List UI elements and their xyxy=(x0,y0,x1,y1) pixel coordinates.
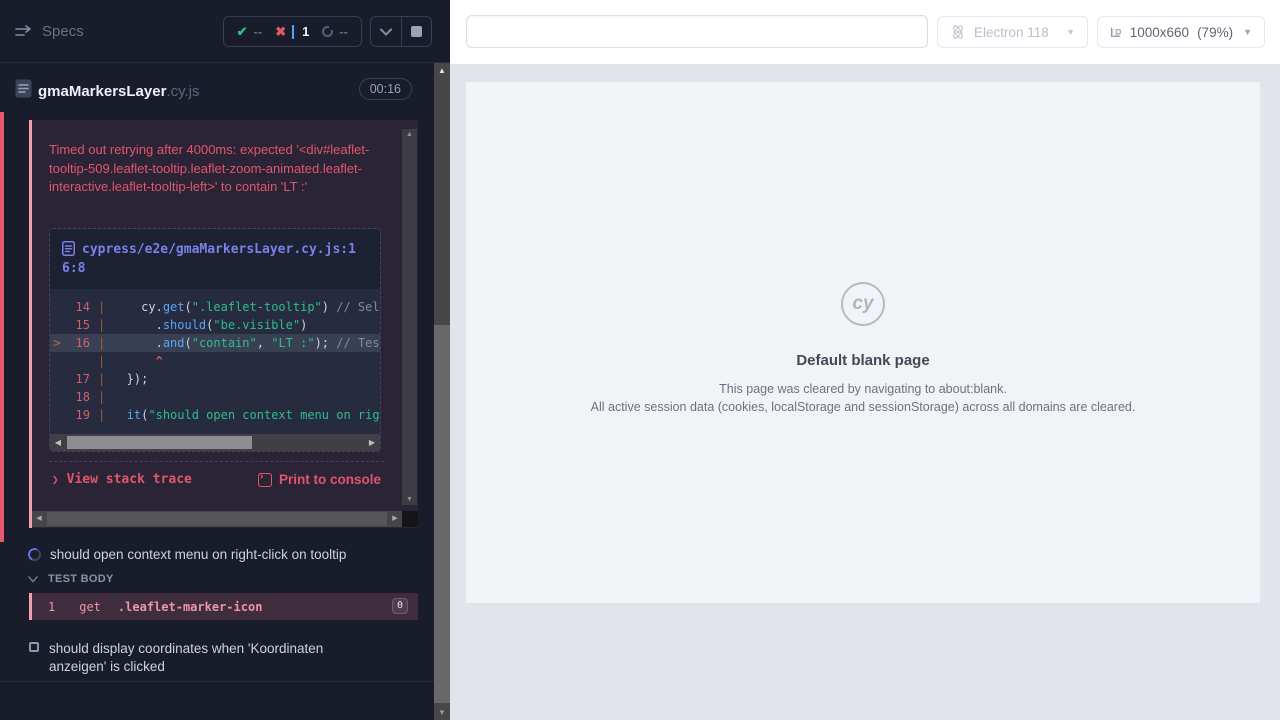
scroll-up-icon[interactable]: ▲ xyxy=(434,66,450,75)
scroll-left-icon[interactable]: ◀ xyxy=(32,511,46,527)
scroll-down-icon[interactable]: ▼ xyxy=(402,496,417,503)
code-line: 19| it("should open context menu on righ xyxy=(50,406,380,424)
check-icon: ✔ xyxy=(237,24,248,40)
code-horizontal-scrollbar[interactable]: ◀ ▶ xyxy=(50,434,380,451)
stack-trace-label: View stack trace xyxy=(67,472,192,487)
chevron-down-icon: ▼ xyxy=(1243,27,1252,37)
blank-page-line2: All active session data (cookies, localS… xyxy=(466,399,1260,415)
scroll-left-icon[interactable]: ◀ xyxy=(50,434,66,451)
error-divider xyxy=(49,461,384,462)
scrollbar-corner xyxy=(402,511,418,527)
test-title: should display coordinates when 'Koordin… xyxy=(49,640,379,676)
error-message: Timed out retrying after 4000ms: expecte… xyxy=(49,141,384,197)
scroll-up-icon[interactable]: ▲ xyxy=(402,131,417,138)
error-vertical-scrollbar[interactable]: ▲ ▼ xyxy=(402,129,417,505)
code-line: 15| .should("be.visible") xyxy=(50,316,380,334)
sidebar-header: Specs ✔ -- ✖ 1 -- xyxy=(0,0,450,63)
code-line: >16| .and("contain", "LT :"); // Test xyxy=(50,334,380,352)
scrollbar-thumb[interactable] xyxy=(47,512,387,526)
run-controls xyxy=(370,16,432,47)
browser-toolbar: Electron 118 ▼ 1000x660 (79%) ▼ xyxy=(450,0,1280,64)
code-line: 17| }); xyxy=(50,370,380,388)
spec-timer: 00:16 xyxy=(359,78,412,100)
chevron-down-icon: ▼ xyxy=(1066,27,1075,37)
collapse-button[interactable] xyxy=(371,17,401,46)
code-body: 14| cy.get(".leaflet-tooltip") // Sele15… xyxy=(50,289,380,434)
stat-passed: ✔ -- xyxy=(237,24,263,40)
stat-failed: ✖ 1 xyxy=(275,24,309,40)
test-title: should open context menu on right-click … xyxy=(50,546,346,564)
app-under-test-frame: cy Default blank page This page was clea… xyxy=(466,82,1260,603)
code-line: | ^ xyxy=(50,352,380,370)
command-log-row[interactable]: 1 get .leaflet-marker-icon 0 xyxy=(29,593,418,620)
spec-name: gmaMarkersLayer.cy.js xyxy=(38,83,199,100)
stop-icon xyxy=(411,26,422,37)
browser-label: Electron 118 xyxy=(974,25,1049,40)
browser-selector[interactable]: Electron 118 ▼ xyxy=(937,16,1088,48)
specs-title: Specs xyxy=(42,23,84,40)
sidebar-scrollbar[interactable]: ▲ ▼ xyxy=(434,63,450,720)
passed-count: -- xyxy=(254,24,263,39)
scroll-right-icon[interactable]: ▶ xyxy=(364,434,380,451)
viewport-size: 1000x660 xyxy=(1130,25,1189,40)
test-body-label: TEST BODY xyxy=(48,573,114,585)
sidebar-divider xyxy=(0,681,434,682)
error-horizontal-scrollbar[interactable]: ◀ ▶ xyxy=(32,511,402,527)
code-frame: cypress/e2e/gmaMarkersLayer.cy.js:16:8 1… xyxy=(49,228,381,452)
test-body-header[interactable]: TEST BODY xyxy=(28,573,114,585)
code-line: 18| xyxy=(50,388,380,406)
chevron-down-icon xyxy=(381,29,391,34)
file-icon xyxy=(62,241,75,256)
spec-file-icon xyxy=(15,79,32,103)
scroll-down-icon[interactable]: ▼ xyxy=(434,708,450,717)
test-item-pending[interactable]: should display coordinates when 'Koordin… xyxy=(0,640,434,676)
cross-icon: ✖ xyxy=(275,24,286,40)
ruler-icon xyxy=(1110,24,1122,40)
pending-circle-icon xyxy=(322,26,333,37)
cypress-logo: cy xyxy=(841,282,885,326)
command-number: 1 xyxy=(48,600,55,614)
test-runner-sidebar: Specs ✔ -- ✖ 1 -- xyxy=(0,0,450,720)
failed-count-indicator xyxy=(292,25,294,39)
blank-page-message: cy Default blank page This page was clea… xyxy=(466,282,1260,415)
element-count-badge: 0 xyxy=(392,598,408,614)
print-label: Print to console xyxy=(279,472,381,487)
running-spinner-icon xyxy=(26,546,43,563)
command-target: .leaflet-marker-icon xyxy=(118,600,263,614)
failed-count: 1 xyxy=(302,24,309,39)
stat-pending: -- xyxy=(322,24,348,39)
stage: cy Default blank page This page was clea… xyxy=(450,64,1280,720)
error-file-link[interactable]: cypress/e2e/gmaMarkersLayer.cy.js:16:8 xyxy=(50,229,380,289)
specs-menu-icon[interactable] xyxy=(14,22,36,42)
console-icon xyxy=(258,473,272,487)
viewport-selector[interactable]: 1000x660 (79%) ▼ xyxy=(1097,16,1265,48)
pending-count: -- xyxy=(339,24,348,39)
url-input[interactable] xyxy=(466,15,928,48)
scrollbar-thumb[interactable] xyxy=(67,436,252,449)
command-method: get xyxy=(79,600,101,614)
error-panel: Timed out retrying after 4000ms: expecte… xyxy=(29,120,418,528)
chevron-down-icon xyxy=(28,576,38,583)
chevron-right-icon: ❯ xyxy=(52,473,59,486)
electron-icon xyxy=(950,24,966,40)
blank-page-line1: This page was cleared by navigating to a… xyxy=(466,381,1260,397)
test-stats: ✔ -- ✖ 1 -- xyxy=(223,16,362,47)
stop-button[interactable] xyxy=(401,17,432,46)
test-item-running[interactable]: should open context menu on right-click … xyxy=(0,546,434,564)
code-line: 14| cy.get(".leaflet-tooltip") // Sele xyxy=(50,298,380,316)
browser-panel: Electron 118 ▼ 1000x660 (79%) ▼ cy Defau… xyxy=(450,0,1280,720)
spec-row[interactable]: gmaMarkersLayer.cy.js 00:16 xyxy=(0,72,434,116)
file-link-text: cypress/e2e/gmaMarkersLayer.cy.js:16:8 xyxy=(62,242,356,276)
blank-page-title: Default blank page xyxy=(466,352,1260,369)
spec-name-base: gmaMarkersLayer xyxy=(38,83,166,100)
scrollbar-thumb[interactable] xyxy=(434,325,450,703)
pending-square-icon xyxy=(29,642,39,652)
viewport-scale: (79%) xyxy=(1197,25,1233,40)
failed-test-strip xyxy=(0,112,4,542)
print-to-console-button[interactable]: Print to console xyxy=(258,472,381,487)
view-stack-trace-link[interactable]: ❯ View stack trace xyxy=(52,472,192,487)
scroll-right-icon[interactable]: ▶ xyxy=(388,511,402,527)
spec-name-ext: .cy.js xyxy=(166,83,199,100)
